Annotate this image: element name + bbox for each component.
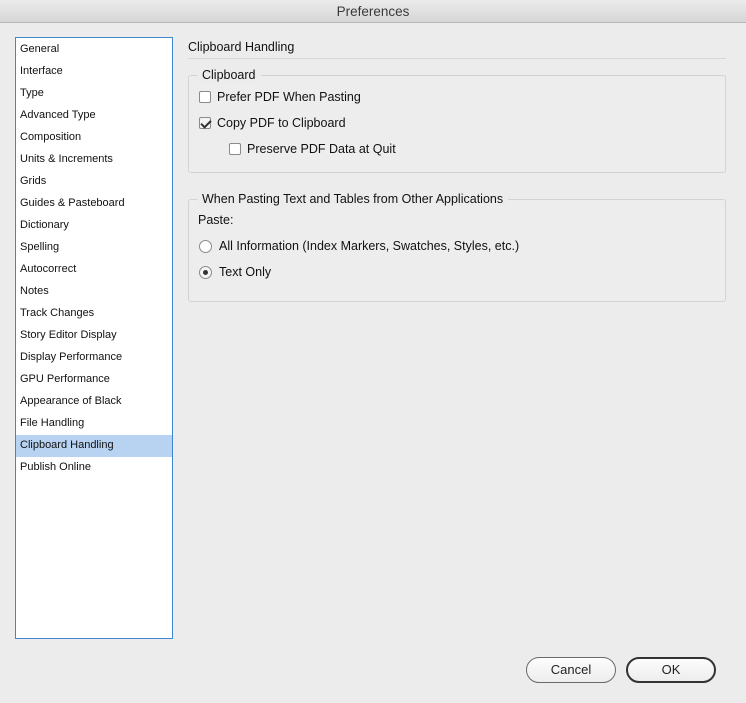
sidebar-item-advanced-type[interactable]: Advanced Type <box>16 105 172 127</box>
sidebar-item-notes[interactable]: Notes <box>16 281 172 303</box>
paste-all-information-radio[interactable] <box>199 239 212 253</box>
clipboard-group: Clipboard Prefer PDF When Pasting Copy P… <box>188 67 726 173</box>
copy-pdf-checkbox[interactable] <box>199 117 211 129</box>
cancel-button[interactable]: Cancel <box>526 657 616 683</box>
sidebar-item-guides-pasteboard[interactable]: Guides & Pasteboard <box>16 193 172 215</box>
window-title: Preferences <box>336 4 410 19</box>
preferences-content: Clipboard Handling Clipboard Prefer PDF … <box>188 37 726 302</box>
prefer-pdf-label: Prefer PDF When Pasting <box>217 90 361 104</box>
sidebar-item-track-changes[interactable]: Track Changes <box>16 303 172 325</box>
page-title: Clipboard Handling <box>188 40 295 54</box>
paste-group-legend: When Pasting Text and Tables from Other … <box>197 191 509 207</box>
window-titlebar: Preferences <box>0 0 746 23</box>
sidebar-item-spelling[interactable]: Spelling <box>16 237 172 259</box>
clipboard-group-legend: Clipboard <box>197 67 261 83</box>
sidebar-item-clipboard-handling[interactable]: Clipboard Handling <box>16 435 172 457</box>
preserve-pdf-label: Preserve PDF Data at Quit <box>247 142 396 156</box>
sidebar-list: General Interface Type Advanced Type Com… <box>16 38 172 479</box>
sidebar-item-autocorrect[interactable]: Autocorrect <box>16 259 172 281</box>
ok-button[interactable]: OK <box>626 657 716 683</box>
sidebar-item-display-performance[interactable]: Display Performance <box>16 347 172 369</box>
sidebar-item-type[interactable]: Type <box>16 83 172 105</box>
paste-text-only-radio[interactable] <box>199 265 212 279</box>
sidebar-item-composition[interactable]: Composition <box>16 127 172 149</box>
copy-pdf-option[interactable]: Copy PDF to Clipboard <box>199 114 346 132</box>
sidebar-item-gpu-performance[interactable]: GPU Performance <box>16 369 172 391</box>
sidebar-item-grids[interactable]: Grids <box>16 171 172 193</box>
preferences-sidebar: General Interface Type Advanced Type Com… <box>15 37 173 639</box>
sidebar-item-units-increments[interactable]: Units & Increments <box>16 149 172 171</box>
paste-text-only-label: Text Only <box>219 265 272 279</box>
paste-group: When Pasting Text and Tables from Other … <box>188 191 726 302</box>
sidebar-item-general[interactable]: General <box>16 39 172 61</box>
paste-all-information-option[interactable]: All Information (Index Markers, Swatches… <box>199 237 519 255</box>
preserve-pdf-option[interactable]: Preserve PDF Data at Quit <box>229 140 396 158</box>
paste-text-only-option[interactable]: Text Only <box>199 263 271 281</box>
paste-all-information-label: All Information (Index Markers, Swatches… <box>219 239 520 253</box>
sidebar-item-appearance-of-black[interactable]: Appearance of Black <box>16 391 172 413</box>
sidebar-item-publish-online[interactable]: Publish Online <box>16 457 172 479</box>
paste-label: Paste: <box>198 213 234 227</box>
prefer-pdf-checkbox[interactable] <box>199 91 211 103</box>
sidebar-item-file-handling[interactable]: File Handling <box>16 413 172 435</box>
preserve-pdf-checkbox[interactable] <box>229 143 241 155</box>
prefer-pdf-option[interactable]: Prefer PDF When Pasting <box>199 88 361 106</box>
sidebar-item-interface[interactable]: Interface <box>16 61 172 83</box>
title-divider <box>188 58 726 59</box>
copy-pdf-label: Copy PDF to Clipboard <box>217 116 346 130</box>
sidebar-item-story-editor-display[interactable]: Story Editor Display <box>16 325 172 347</box>
sidebar-item-dictionary[interactable]: Dictionary <box>16 215 172 237</box>
